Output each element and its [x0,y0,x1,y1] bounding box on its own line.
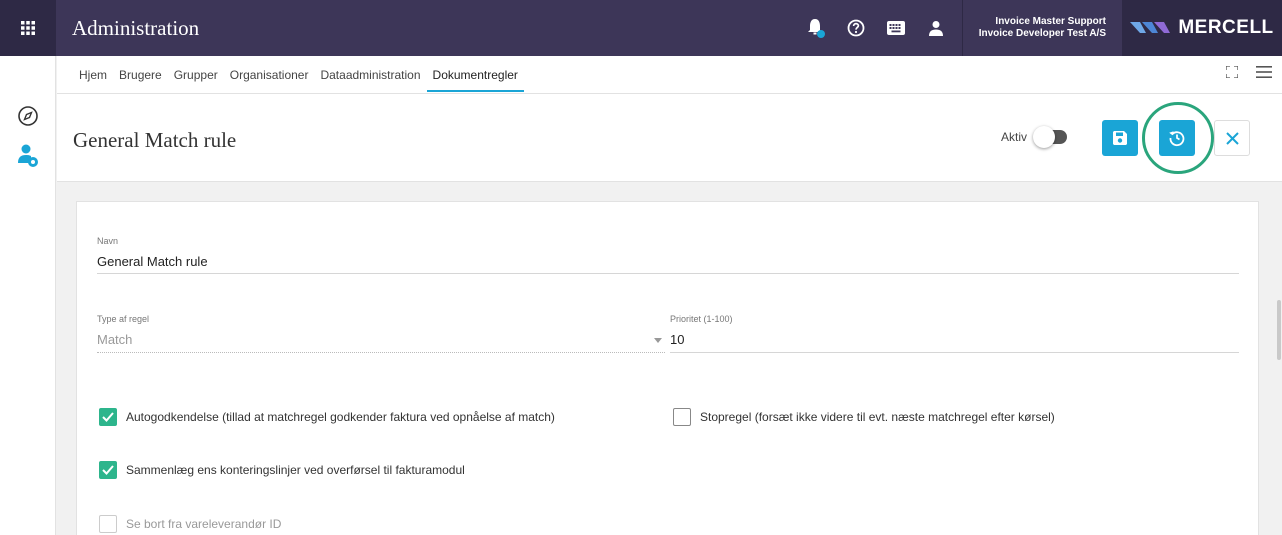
aktiv-toggle-group: Aktiv [1001,126,1068,148]
nav-bar: Hjem Brugere Grupper Organisationer Data… [57,56,1282,94]
check-icon [99,461,117,479]
user-name: Invoice Master Support [995,16,1106,27]
keyboard-icon[interactable] [876,0,916,56]
left-rail [0,56,56,535]
autogodkendelse-checkbox[interactable]: Autogodkendelse (tillad at matchregel go… [99,408,555,426]
history-button[interactable] [1159,120,1195,156]
type-label: Type af regel [97,314,150,324]
brand-logo: MERCELL [1122,0,1282,56]
apps-grid-icon[interactable] [0,0,56,56]
tab-list: Hjem Brugere Grupper Organisationer Data… [73,56,525,94]
tab-grupper[interactable]: Grupper [168,56,224,94]
tab-dokumentregler[interactable]: Dokumentregler [426,56,525,94]
mercell-logo-icon [1130,22,1171,33]
page-header: General Match rule Aktiv [57,94,1282,182]
priority-underline [670,352,1239,353]
autogodkendelse-label: Autogodkendelse (tillad at matchregel go… [126,410,555,424]
check-icon [99,408,117,426]
user-settings-icon[interactable] [0,136,56,176]
nav-right-tools [1225,65,1272,83]
history-icon [1169,131,1185,147]
tab-organisationer[interactable]: Organisationer [224,56,315,94]
app-title: Administration [72,15,200,40]
priority-input[interactable]: 10 [670,332,684,347]
hamburger-menu-icon[interactable] [1256,65,1272,83]
save-icon [1113,131,1127,145]
rule-form-card: Navn General Match rule Type af regel Ma… [76,201,1259,535]
stopregel-checkbox[interactable]: Stopregel (forsæt ikke videre til evt. n… [673,408,1055,426]
type-underline [97,352,665,353]
checkbox-empty-icon [673,408,691,426]
navn-underline [97,273,1239,274]
user-info[interactable]: Invoice Master Support Invoice Developer… [963,16,1122,40]
tab-brugere[interactable]: Brugere [113,56,168,94]
chevron-down-icon[interactable] [654,338,662,343]
compass-icon[interactable] [0,96,56,136]
priority-label: Prioritet (1-100) [670,314,733,324]
user-icon[interactable] [916,0,956,56]
tab-dataadministration[interactable]: Dataadministration [314,56,426,94]
vareleverandor-label: Se bort fra vareleverandør ID [126,517,282,531]
page-scrollbar[interactable] [1277,300,1281,360]
tab-hjem[interactable]: Hjem [73,56,113,94]
close-button[interactable] [1214,120,1250,156]
page-title: General Match rule [73,128,237,152]
top-bar: Administration Invoice Master Support In… [0,0,1282,56]
navn-label: Navn [97,236,119,246]
sammenlaeg-checkbox[interactable]: Sammenlæg ens konteringslinjer ved overf… [99,461,465,479]
sammenlaeg-label: Sammenlæg ens konteringslinjer ved overf… [126,463,465,477]
bell-icon[interactable] [796,0,836,56]
aktiv-toggle[interactable] [1033,126,1068,148]
stopregel-label: Stopregel (forsæt ikke videre til evt. n… [700,410,1055,424]
brand-name: MERCELL [1178,17,1274,38]
close-icon [1225,131,1239,145]
help-circle-icon[interactable] [836,0,876,56]
checkbox-disabled-icon [99,515,117,533]
fullscreen-icon[interactable] [1225,65,1239,83]
navn-input[interactable]: General Match rule [97,254,208,269]
save-button[interactable] [1102,120,1138,156]
vareleverandor-checkbox[interactable]: Se bort fra vareleverandør ID [99,515,281,533]
aktiv-label: Aktiv [1001,130,1028,144]
user-company: Invoice Developer Test A/S [978,28,1106,39]
type-select[interactable]: Match [97,332,132,347]
